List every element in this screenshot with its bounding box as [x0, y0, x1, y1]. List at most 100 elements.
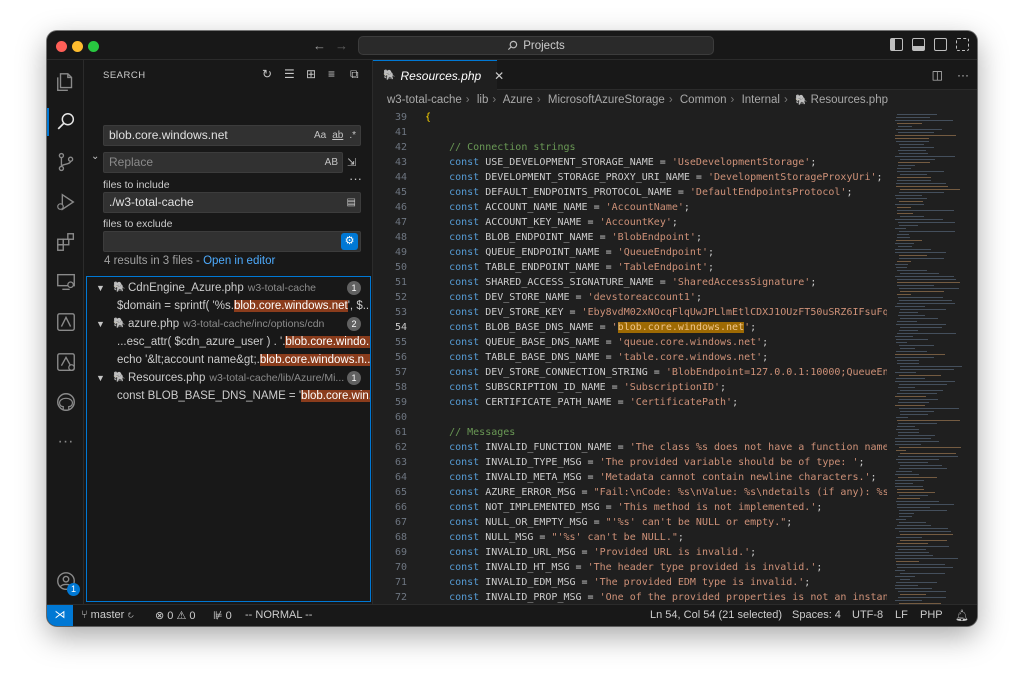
search-view-icon[interactable] — [47, 104, 84, 140]
code-editor[interactable]: 39{41 42 // Connection strings 43 const US… — [373, 110, 887, 604]
code-line[interactable]: 48 const BLOB_ENDPOINT_NAME = 'BlobEndpo… — [373, 230, 887, 245]
language-mode[interactable]: PHP — [920, 609, 943, 621]
customize-layout-icon[interactable] — [956, 38, 969, 51]
code-line[interactable]: 47 const ACCOUNT_KEY_NAME = 'AccountKey'… — [373, 215, 887, 230]
result-match-row[interactable]: ...esc_attr( $cdn_azure_user ) . '.blob.… — [87, 333, 370, 351]
code-line[interactable]: 62 const INVALID_FUNCTION_NAME = 'The cl… — [373, 440, 887, 455]
close-window-button[interactable] — [56, 41, 67, 52]
cursor-position[interactable]: Ln 54, Col 54 (21 selected) — [650, 609, 782, 621]
result-file-row[interactable]: ▼ 🐘 CdnEngine_Azure.php w3-total-cache 1 — [87, 279, 370, 297]
breadcrumb-item[interactable]: Azure — [503, 94, 533, 106]
code-line[interactable]: 54 const BLOB_BASE_DNS_NAME = 'blob.core… — [373, 320, 887, 335]
explorer-icon[interactable] — [47, 64, 84, 100]
more-views-icon[interactable]: ··· — [47, 424, 84, 460]
close-icon[interactable]: ✕ — [494, 69, 504, 83]
breadcrumb-item[interactable]: lib — [477, 94, 489, 106]
problems-status[interactable]: ⊗ 0 ⚠ 0 — [155, 609, 196, 622]
files-exclude-input[interactable]: ⚙ — [103, 231, 361, 252]
tab-resources-php[interactable]: 🐘 Resources.php ✕ — [373, 60, 504, 90]
ports-status[interactable]: ⊯ 0 — [213, 609, 232, 622]
result-file-row[interactable]: ▼ 🐘 Resources.php w3-total-cache/lib/Azur… — [87, 369, 370, 387]
code-line[interactable]: 39 { — [373, 110, 887, 125]
code-line[interactable]: 44 const DEVELOPMENT_STORAGE_PROXY_URI_N… — [373, 170, 887, 185]
end-of-line[interactable]: LF — [895, 609, 908, 621]
code-line[interactable]: 51 const SHARED_ACCESS_SIGNATURE_NAME = … — [373, 275, 887, 290]
chevron-down-icon[interactable]: ▼ — [96, 369, 105, 387]
files-include-input[interactable]: ./w3-total-cache ▤ — [103, 192, 361, 213]
code-line[interactable]: 60 — [373, 410, 887, 425]
more-options-icon[interactable]: ··· — [349, 171, 362, 186]
azure-resources-icon[interactable] — [47, 344, 84, 380]
toggle-replace-icon[interactable]: ⌄ — [91, 151, 99, 162]
breadcrumb-item[interactable]: Resources.php — [811, 94, 888, 106]
extensions-icon[interactable] — [47, 224, 84, 260]
minimize-window-button[interactable] — [72, 41, 83, 52]
run-debug-icon[interactable] — [47, 184, 84, 220]
code-line[interactable]: 53 const DEV_STORE_KEY = 'Eby8vdM02xNOcq… — [373, 305, 887, 320]
github-icon[interactable] — [47, 384, 84, 420]
code-line[interactable]: 69 const INVALID_URL_MSG = 'Provided URL… — [373, 545, 887, 560]
code-line[interactable]: 50 const TABLE_ENDPOINT_NAME = 'TableEnd… — [373, 260, 887, 275]
command-center[interactable]: Projects — [358, 36, 714, 55]
split-editor-icon[interactable]: ◫ — [932, 68, 943, 82]
replace-input[interactable]: Replace AB — [103, 152, 343, 173]
match-case-icon[interactable]: Aa — [314, 126, 326, 145]
code-line[interactable]: 45 const DEFAULT_ENDPOINTS_PROTOCOL_NAME… — [373, 185, 887, 200]
clear-results-icon[interactable]: ☰ — [284, 68, 296, 80]
code-line[interactable]: 68 const NULL_MSG = "'%s' can't be NULL.… — [373, 530, 887, 545]
new-search-editor-icon[interactable]: ⊞ — [306, 68, 318, 80]
more-actions-icon[interactable]: ··· — [957, 68, 969, 82]
source-control-icon[interactable] — [47, 144, 84, 180]
code-line[interactable]: 70 const INVALID_HT_MSG = 'The header ty… — [373, 560, 887, 575]
maximize-window-button[interactable] — [88, 41, 99, 52]
branch-status[interactable]: ⑂ master ↻ — [81, 609, 134, 621]
open-in-editor-link[interactable]: Open in editor — [203, 255, 275, 267]
search-only-open-editors-icon[interactable]: ▤ — [347, 193, 356, 212]
refresh-icon[interactable]: ↻ — [262, 68, 274, 80]
code-line[interactable]: 46 const ACCOUNT_NAME_NAME = 'AccountNam… — [373, 200, 887, 215]
code-line[interactable]: 41 — [373, 125, 887, 140]
remote-indicator-icon[interactable]: ⋊ — [47, 605, 73, 626]
azure-icon[interactable] — [47, 304, 84, 340]
indentation[interactable]: Spaces: 4 — [792, 609, 841, 621]
accounts-icon[interactable]: 1 — [47, 563, 84, 599]
result-match-row[interactable]: $domain = sprintf( '%s.blob.core.windows… — [87, 297, 370, 315]
code-line[interactable]: 61 // Messages — [373, 425, 887, 440]
breadcrumb-item[interactable]: Internal — [742, 94, 780, 106]
use-regex-icon[interactable]: .* — [349, 126, 356, 145]
code-line[interactable]: 49 const QUEUE_ENDPOINT_NAME = 'QueueEnd… — [373, 245, 887, 260]
code-line[interactable]: 55 const QUEUE_BASE_DNS_NAME = 'queue.co… — [373, 335, 887, 350]
result-file-row[interactable]: ▼ 🐘 azure.php w3-total-cache/inc/options/… — [87, 315, 370, 333]
collapse-all-icon[interactable]: ⧉ — [350, 68, 362, 80]
code-line[interactable]: 67 const NULL_OR_EMPTY_MSG = "'%s' can't… — [373, 515, 887, 530]
encoding[interactable]: UTF-8 — [852, 609, 883, 621]
breadcrumb-item[interactable]: Common — [680, 94, 727, 106]
preserve-case-icon[interactable]: AB — [325, 153, 338, 172]
search-input[interactable]: blob.core.windows.net Aa ab .* — [103, 125, 361, 146]
code-line[interactable]: 52 const DEV_STORE_NAME = 'devstoreaccou… — [373, 290, 887, 305]
code-line[interactable]: 72 const INVALID_PROP_MSG = 'One of the … — [373, 590, 887, 604]
view-as-tree-icon[interactable]: ≡ — [328, 68, 340, 80]
toggle-primary-sidebar-icon[interactable] — [890, 38, 903, 51]
arrow-left-icon[interactable]: ← — [313, 38, 326, 53]
code-line[interactable]: 66 const NOT_IMPLEMENTED_MSG = 'This met… — [373, 500, 887, 515]
remote-explorer-icon[interactable] — [47, 264, 84, 300]
use-exclude-settings-icon[interactable]: ⚙ — [341, 233, 358, 250]
breadcrumb-item[interactable]: w3-total-cache — [387, 94, 462, 106]
notifications-icon[interactable]: 🔔︎ — [955, 609, 969, 622]
replace-all-icon[interactable]: ⇲ — [347, 156, 356, 169]
code-line[interactable]: 64 const INVALID_META_MSG = 'Metadata ca… — [373, 470, 887, 485]
code-line[interactable]: 42 // Connection strings — [373, 140, 887, 155]
code-line[interactable]: 43 const USE_DEVELOPMENT_STORAGE_NAME = … — [373, 155, 887, 170]
breadcrumb-item[interactable]: MicrosoftAzureStorage — [548, 94, 665, 106]
code-line[interactable]: 65 const AZURE_ERROR_MSG = "Fail:\nCode:… — [373, 485, 887, 500]
code-line[interactable]: 58 const SUBSCRIPTION_ID_NAME = 'Subscri… — [373, 380, 887, 395]
toggle-secondary-sidebar-icon[interactable] — [934, 38, 947, 51]
match-whole-word-icon[interactable]: ab — [332, 126, 343, 145]
code-line[interactable]: 59 const CERTIFICATE_PATH_NAME = 'Certif… — [373, 395, 887, 410]
chevron-down-icon[interactable]: ▼ — [96, 315, 105, 333]
arrow-right-icon[interactable]: → — [335, 38, 348, 53]
code-line[interactable]: 57 const DEV_STORE_CONNECTION_STRING = '… — [373, 365, 887, 380]
toggle-panel-icon[interactable] — [912, 38, 925, 51]
code-line[interactable]: 71 const INVALID_EDM_MSG = 'The provided… — [373, 575, 887, 590]
